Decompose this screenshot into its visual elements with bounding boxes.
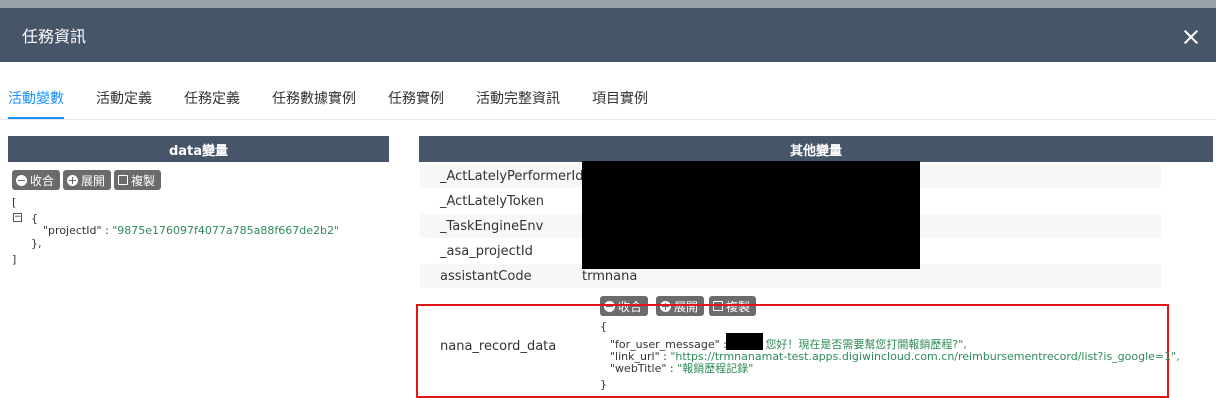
json-close-brace: }, [31, 237, 42, 250]
minus-circle-icon [16, 174, 27, 186]
copy-label: 複製 [131, 173, 156, 188]
tab-activity-variables[interactable]: 活動變數 [8, 88, 64, 119]
expand-label: 展開 [81, 173, 106, 188]
json-key-webtitle: "webTitle" : [610, 362, 678, 375]
json-colon: : [101, 224, 113, 237]
row-key: _ActLatelyPerformerId [440, 168, 584, 184]
data-variables-header: data變量 [8, 136, 389, 162]
json-value-webtitle: "報銷歷程記錄" [677, 362, 754, 375]
json-value-projectid: "9875e176097f4077a785a88f667de2b2" [112, 224, 340, 237]
window-top-strip [0, 0, 1216, 8]
plus-circle-icon [67, 174, 79, 186]
collapse-button[interactable]: 收合 [12, 170, 61, 190]
copy-icon [118, 175, 129, 185]
redaction-block [726, 333, 763, 350]
dialog-header: 任務資訊 [0, 8, 1216, 62]
json-open-brace: { [600, 320, 607, 333]
redaction-block [582, 161, 920, 269]
tab-task-instance[interactable]: 任務實例 [388, 88, 444, 108]
tab-activity-full-info[interactable]: 活動完整資訊 [476, 88, 560, 108]
json-close-bracket: ] [12, 253, 17, 266]
row-key: _TaskEngineEnv [440, 218, 544, 234]
tab-task-data-instance[interactable]: 任務數據實例 [272, 88, 356, 108]
tab-project-instance[interactable]: 項目實例 [592, 88, 648, 108]
collapse-label: 收合 [30, 173, 55, 188]
tab-task-definition[interactable]: 任務定義 [184, 88, 240, 108]
dialog-title: 任務資訊 [22, 27, 87, 46]
tab-bar: 活動變數 活動定義 任務定義 任務數據實例 任務實例 活動完整資訊 項目實例 [0, 62, 1216, 120]
row-key: _asa_projectId [440, 243, 533, 259]
row-value: trmnana [582, 268, 638, 284]
json-open-brace: { [31, 212, 38, 225]
row-key: _ActLatelyToken [440, 193, 545, 209]
json-open-bracket: [ [12, 196, 17, 209]
row-key: assistantCode [440, 268, 532, 284]
expand-button[interactable]: 展開 [63, 170, 112, 190]
tab-activity-definition[interactable]: 活動定義 [96, 88, 152, 108]
other-variables-header: 其他變量 [419, 136, 1213, 162]
json-key-projectid: "projectId" [43, 224, 102, 237]
close-icon[interactable] [1184, 30, 1198, 44]
collapse-toggle-icon[interactable]: − [13, 213, 22, 222]
json-close-brace: } [600, 378, 607, 391]
copy-button[interactable]: 複製 [114, 170, 162, 190]
left-toolbar: 收合 展開 複製 [12, 170, 164, 190]
nana-record-data-key: nana_record_data [440, 339, 557, 354]
